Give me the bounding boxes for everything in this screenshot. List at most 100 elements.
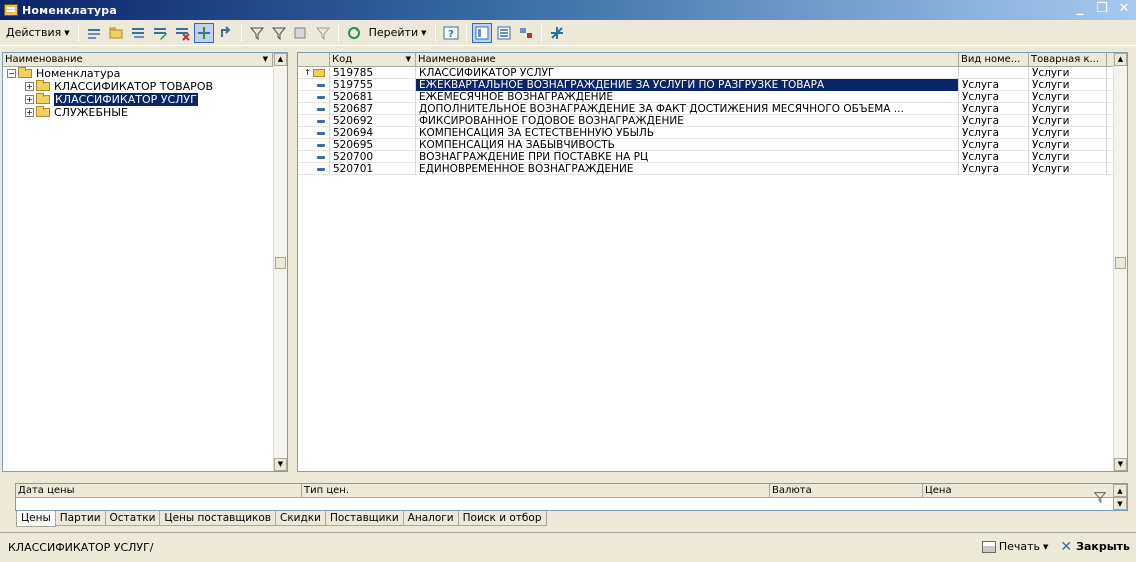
add-group-button[interactable]	[106, 23, 126, 43]
actions-menu[interactable]: Действия ▼	[2, 26, 74, 39]
expand-icon[interactable]: +	[25, 108, 34, 117]
scroll-up-icon[interactable]: ▲	[1114, 53, 1127, 66]
table-row[interactable]: 520701 ЕДИНОВРЕМЕННОЕ ВОЗНАГРАЖДЕНИЕ Услуг…	[298, 163, 1127, 175]
scroll-down-icon[interactable]: ▼	[1113, 497, 1127, 510]
prices-column-currency[interactable]: Валюта	[770, 483, 923, 498]
groups-tree[interactable]: Наименование ▼ − Номенклатура + КЛАССИФИК…	[2, 52, 288, 472]
table-row[interactable]: ↑ 519785 КЛАССИФИКАТОР УСЛУГ Услуги	[298, 67, 1127, 79]
print-button[interactable]: Печать ▼	[981, 540, 1049, 553]
tree-item-services-classifier[interactable]: + КЛАССИФИКАТОР УСЛУГ	[3, 92, 287, 107]
tree-column-name[interactable]: Наименование ▼	[3, 52, 273, 67]
filter-by-value-button[interactable]	[269, 23, 289, 43]
row-icon-cell	[298, 151, 330, 163]
expand-icon[interactable]: +	[25, 95, 34, 104]
chevron-down-icon: ▼	[1043, 542, 1049, 551]
refresh-button[interactable]	[344, 23, 364, 43]
column-label: Тип цен.	[304, 484, 349, 496]
expand-icon[interactable]: +	[25, 82, 34, 91]
filter-history-icon	[294, 27, 306, 38]
cell-name: ДОПОЛНИТЕЛЬНОЕ ВОЗНАГРАЖДЕНИЕ ЗА ФАКТ ДО…	[416, 103, 959, 115]
cell-kind	[959, 67, 1029, 79]
structure-button[interactable]	[516, 23, 536, 43]
grid-column-code[interactable]: Код ▼	[330, 52, 416, 67]
list-view-button[interactable]	[494, 23, 514, 43]
add-item-button[interactable]	[84, 23, 104, 43]
scroll-down-icon[interactable]: ▼	[1114, 458, 1127, 471]
mark-delete-button[interactable]	[172, 23, 192, 43]
table-row[interactable]: 520692 ФИКСИРОВАННОЕ ГОДОВОЕ ВОЗНАГРАЖДЕН…	[298, 115, 1127, 127]
tree-item-goods-classifier[interactable]: + КЛАССИФИКАТОР ТОВАРОВ	[3, 80, 287, 93]
close-window-button[interactable]: ✕	[1116, 1, 1132, 17]
column-label: Вид номе...	[961, 53, 1021, 65]
tab-5[interactable]: Поставщики	[324, 511, 404, 526]
scroll-thumb[interactable]	[275, 257, 286, 269]
tab-6[interactable]: Аналоги	[402, 511, 459, 526]
table-row[interactable]: 520681 ЕЖЕМЕСЯЧНОЕ ВОЗНАГРАЖДЕНИЕ Услуга Ус…	[298, 91, 1127, 103]
prices-scrollbar[interactable]: ▲ ▼	[1113, 484, 1127, 510]
copy-button[interactable]	[128, 23, 148, 43]
tab-2[interactable]: Остатки	[104, 511, 161, 526]
clear-filter-icon	[315, 27, 330, 40]
filter-history-button[interactable]	[291, 23, 311, 43]
tree-item-label: СЛУЖЕБНЫЕ	[54, 106, 128, 119]
item-icon	[317, 155, 325, 159]
window-controls: _ ❐ ✕	[1072, 1, 1132, 17]
grid-column-name[interactable]: Наименование	[416, 52, 959, 67]
tree-item-label: КЛАССИФИКАТОР ТОВАРОВ	[54, 80, 214, 93]
items-grid[interactable]: Код ▼ Наименование Вид номе... Товарная к…	[297, 52, 1128, 472]
tab-0[interactable]: Цены	[16, 511, 56, 527]
hierarchy-toggle-button[interactable]	[193, 22, 214, 43]
help-button[interactable]: ?	[441, 23, 461, 43]
grid-scrollbar[interactable]: ▲ ▼	[1113, 53, 1127, 471]
tab-7[interactable]: Поиск и отбор	[457, 511, 547, 526]
column-label: Код	[332, 53, 353, 65]
table-row[interactable]: 520694 КОМПЕНСАЦИЯ ЗА ЕСТЕСТВЕННУЮ УБЫЛЬ У…	[298, 127, 1127, 139]
scroll-up-icon[interactable]: ▲	[274, 53, 287, 66]
clear-filter-button[interactable]	[313, 23, 333, 43]
cell-code: 519785	[330, 67, 416, 79]
tree-scrollbar[interactable]: ▲ ▼	[273, 53, 287, 471]
prices-table[interactable]: Дата цены Тип цен. Валюта Цена ▲ ▼	[15, 483, 1128, 511]
level-up-button[interactable]	[216, 23, 236, 43]
hierarchy-icon	[197, 26, 210, 39]
current-path: КЛАССИФИКАТОР УСЛУГ/	[8, 541, 154, 554]
minimize-button[interactable]: _	[1072, 1, 1088, 17]
tab-1[interactable]: Партии	[54, 511, 106, 526]
filter-icon	[1093, 492, 1107, 504]
scroll-thumb[interactable]	[1115, 257, 1126, 269]
cell-code: 520692	[330, 115, 416, 127]
prices-filter-button[interactable]	[1089, 487, 1111, 507]
help-icon: ?	[443, 26, 458, 40]
restore-button[interactable]: ❐	[1094, 1, 1110, 17]
table-row[interactable]: 520687 ДОПОЛНИТЕЛЬНОЕ ВОЗНАГРАЖДЕНИЕ ЗА Ф…	[298, 103, 1127, 115]
folder-icon	[18, 67, 32, 78]
tree-item-root[interactable]: − Номенклатура	[3, 67, 287, 80]
delete-mark-icon	[175, 27, 190, 41]
tab-3[interactable]: Цены поставщиков	[159, 511, 276, 526]
goto-menu[interactable]: Перейти ▼	[365, 26, 431, 39]
row-icon-cell: ↑	[298, 67, 330, 79]
item-icon	[317, 131, 325, 135]
grid-column-kind[interactable]: Вид номе...	[959, 52, 1029, 67]
edit-button[interactable]	[150, 23, 170, 43]
cell-kind: Услуга	[959, 139, 1029, 151]
prices-column-date[interactable]: Дата цены	[16, 483, 302, 498]
grid-column-category[interactable]: Товарная к...	[1029, 52, 1107, 67]
tab-4[interactable]: Скидки	[275, 511, 326, 526]
collapse-icon[interactable]: −	[7, 69, 16, 78]
tree-view-button[interactable]	[471, 22, 492, 43]
cell-kind: Услуга	[959, 163, 1029, 175]
prices-column-price[interactable]: Цена	[923, 484, 1083, 498]
prices-column-type[interactable]: Тип цен.	[302, 483, 770, 498]
settings-button[interactable]	[547, 23, 567, 43]
table-row[interactable]: 520700 ВОЗНАГРАЖДЕНИЕ ПРИ ПОСТАВКЕ НА РЦ У…	[298, 151, 1127, 163]
table-row[interactable]: 519755 ЕЖЕКВАРТАЛЬНОЕ ВОЗНАГРАЖДЕНИЕ ЗА У…	[298, 79, 1127, 91]
scroll-up-icon[interactable]: ▲	[1113, 484, 1127, 497]
tree-item-service[interactable]: + СЛУЖЕБНЫЕ	[3, 106, 287, 119]
filter-button[interactable]	[247, 23, 267, 43]
close-button[interactable]: ✕ Закрыть	[1060, 540, 1130, 554]
scroll-down-icon[interactable]: ▼	[274, 458, 287, 471]
table-row[interactable]: 520695 КОМПЕНСАЦИЯ НА ЗАБЫВЧИВОСТЬ Услуга У…	[298, 139, 1127, 151]
item-icon	[317, 143, 325, 147]
cell-code: 520701	[330, 163, 416, 175]
